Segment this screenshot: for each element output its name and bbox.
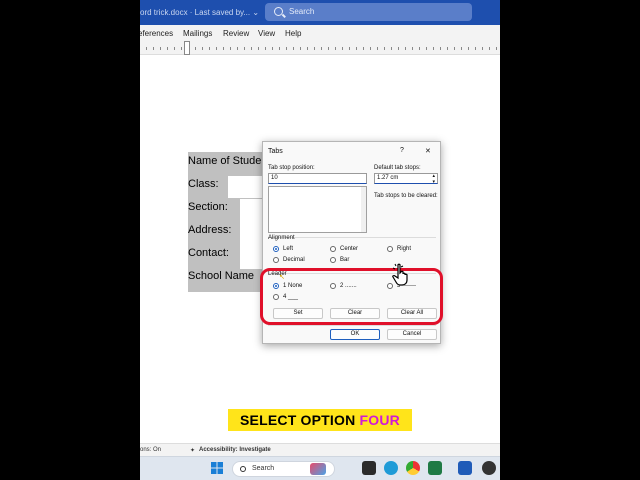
ok-button[interactable]: OK bbox=[330, 329, 380, 340]
radio-decimal-label: Decimal bbox=[283, 257, 305, 263]
doc-line-class[interactable]: Class: bbox=[188, 178, 219, 190]
radio-right-label: Right bbox=[397, 246, 412, 252]
indent-marker[interactable] bbox=[184, 41, 190, 55]
radio-bar[interactable] bbox=[330, 257, 336, 263]
horizontal-ruler[interactable] bbox=[140, 41, 500, 55]
caption-banner: SELECT OPTION FOUR bbox=[228, 409, 412, 431]
document-title[interactable]: ord trick.docx · Last saved by... ⌄ bbox=[140, 8, 259, 17]
doc-line-school[interactable]: School Name bbox=[188, 270, 254, 282]
taskbar-search-placeholder: Search bbox=[252, 465, 275, 472]
edge-icon[interactable] bbox=[384, 461, 398, 475]
help-icon[interactable]: ? bbox=[400, 147, 404, 154]
tab-stop-list[interactable] bbox=[268, 186, 367, 233]
doc-line-name[interactable]: Name of Stude bbox=[188, 155, 261, 167]
app-icon[interactable] bbox=[482, 461, 496, 475]
search-highlight-icon[interactable] bbox=[310, 463, 326, 475]
spinner-arrows-icon[interactable]: ▴ ▾ bbox=[432, 173, 435, 185]
excel-icon[interactable] bbox=[428, 461, 442, 475]
search-icon bbox=[240, 466, 246, 472]
search-placeholder: Search bbox=[289, 7, 315, 16]
divider bbox=[268, 325, 436, 326]
tab-stop-position-value: 10 bbox=[271, 175, 278, 181]
task-view-icon[interactable] bbox=[362, 461, 376, 475]
alignment-label: Alignment bbox=[268, 235, 295, 241]
tab-help[interactable]: Help bbox=[285, 29, 301, 38]
doc-line-section[interactable]: Section: bbox=[188, 201, 228, 213]
tab-references[interactable]: eferences bbox=[140, 29, 173, 38]
radio-bar-label: Bar bbox=[340, 257, 350, 263]
title-bar: ord trick.docx · Last saved by... ⌄ Sear… bbox=[140, 0, 500, 25]
tab-view[interactable]: View bbox=[258, 29, 275, 38]
default-tab-stops-spinner[interactable]: 1.27 cm ▴ ▾ bbox=[374, 173, 438, 185]
default-tab-stops-value: 1.27 cm bbox=[377, 175, 399, 181]
dialog-title: Tabs bbox=[268, 148, 283, 155]
hand-pointer-icon bbox=[392, 263, 408, 286]
tab-review[interactable]: Review bbox=[223, 29, 249, 38]
word-window: ord trick.docx · Last saved by... ⌄ Sear… bbox=[140, 0, 500, 480]
caption-text: SELECT OPTION bbox=[240, 412, 360, 428]
tab-stops-cleared-label: Tab stops to be cleared: bbox=[374, 193, 438, 199]
tab-stop-position-field[interactable]: 10 bbox=[268, 173, 367, 184]
tab-mailings[interactable]: Mailings bbox=[183, 29, 212, 38]
word-icon[interactable] bbox=[458, 461, 472, 475]
radio-center[interactable] bbox=[330, 246, 336, 252]
status-predictions[interactable]: ons: On bbox=[140, 447, 161, 453]
windows-start-icon[interactable] bbox=[210, 461, 224, 475]
radio-right[interactable] bbox=[387, 246, 393, 252]
tab-stop-position-label: Tab stop position: bbox=[268, 165, 315, 171]
taskbar-search-input[interactable]: Search bbox=[232, 461, 335, 477]
list-scrollbar[interactable] bbox=[361, 187, 366, 232]
radio-left[interactable] bbox=[273, 246, 279, 252]
default-tab-stops-label: Default tab stops: bbox=[374, 165, 421, 171]
caption-highlight: FOUR bbox=[359, 412, 400, 428]
search-icon bbox=[274, 7, 283, 16]
ribbon-tabs: eferences Mailings Review View Help bbox=[140, 25, 500, 41]
taskbar: Search bbox=[140, 456, 500, 480]
search-input[interactable]: Search bbox=[265, 3, 472, 21]
radio-center-label: Center bbox=[340, 246, 359, 252]
status-bar: ons: On ✦ Accessibility: Investigate bbox=[140, 443, 500, 456]
close-icon[interactable]: ✕ bbox=[425, 147, 431, 155]
doc-line-address[interactable]: Address: bbox=[188, 224, 231, 236]
chrome-icon[interactable] bbox=[406, 461, 420, 475]
radio-left-label: Left bbox=[283, 246, 294, 252]
radio-decimal[interactable] bbox=[273, 257, 279, 263]
cancel-button[interactable]: Cancel bbox=[387, 329, 437, 340]
status-accessibility[interactable]: Accessibility: Investigate bbox=[199, 447, 271, 453]
accessibility-icon: ✦ bbox=[190, 448, 196, 454]
leader-highlight-box bbox=[260, 268, 443, 325]
doc-line-contact[interactable]: Contact: bbox=[188, 247, 229, 259]
